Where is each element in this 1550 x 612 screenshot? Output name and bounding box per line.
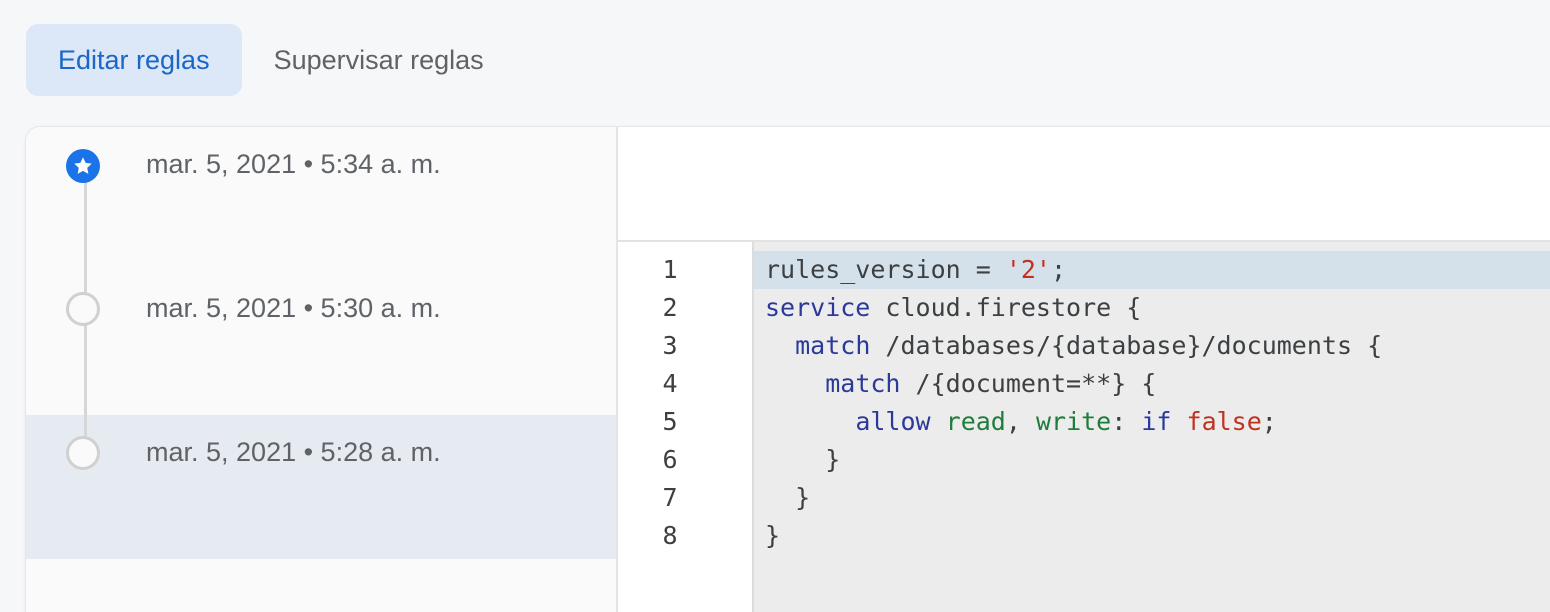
code-token: } <box>765 483 811 512</box>
code-token: ; <box>1050 255 1067 284</box>
rules-card: mar. 5, 2021 • 5:34 a. m. mar. 5, 2021 •… <box>26 127 1550 612</box>
tab-edit-rules[interactable]: Editar reglas <box>26 24 242 96</box>
code-token: rules_version = <box>765 255 1006 284</box>
rules-history-panel: mar. 5, 2021 • 5:34 a. m. mar. 5, 2021 •… <box>26 127 618 612</box>
code-line[interactable]: service cloud.firestore { <box>754 289 1550 327</box>
rules-editor: 12345678 rules_version = '2'; service clo… <box>618 127 1550 612</box>
code-line[interactable]: } <box>754 517 1550 555</box>
line-number: 7 <box>662 483 678 512</box>
published-star-icon <box>66 149 100 183</box>
line-number: 8 <box>662 521 678 550</box>
tab-monitor-rules[interactable]: Supervisar reglas <box>242 24 516 96</box>
line-number: 3 <box>662 331 678 360</box>
history-item[interactable]: mar. 5, 2021 • 5:30 a. m. <box>26 271 616 415</box>
code-token: match <box>795 331 871 360</box>
code-line[interactable]: match /databases/{database}/documents { <box>754 327 1550 365</box>
code-line[interactable]: } <box>754 479 1550 517</box>
code-token: '2' <box>1005 255 1051 284</box>
code-token: if <box>1141 407 1172 436</box>
code-editor[interactable]: rules_version = '2'; service cloud.firest… <box>754 242 1550 612</box>
history-timestamp: mar. 5, 2021 • 5:30 a. m. <box>146 293 441 323</box>
rules-tabs: Editar reglas Supervisar reglas <box>26 24 516 96</box>
code-token: , <box>1005 407 1036 436</box>
code-token: : <box>1111 407 1142 436</box>
editor-toolbar-area <box>618 127 1550 242</box>
history-timestamp: mar. 5, 2021 • 5:28 a. m. <box>146 437 441 467</box>
code-line[interactable]: allow read, write: if false; <box>754 403 1550 441</box>
line-number-gutter: 1 2 3 4 5 6 7 8 <box>618 242 754 612</box>
code-token: /{document=**} { <box>900 369 1157 398</box>
rules-page: Editar reglas Supervisar reglas mar. 5, … <box>0 0 1550 612</box>
code-token: /databases/{database}/documents { <box>870 331 1383 360</box>
history-item-selected[interactable]: mar. 5, 2021 • 5:28 a. m. <box>26 415 616 559</box>
code-token: false <box>1186 407 1262 436</box>
code-token: cloud.firestore { <box>870 293 1142 322</box>
timeline-node-icon <box>66 436 100 470</box>
star-icon <box>74 157 92 174</box>
code-line[interactable]: } <box>754 441 1550 479</box>
code-token: service <box>765 293 871 322</box>
line-number: 2 <box>662 293 678 322</box>
code-token: read <box>945 407 1006 436</box>
line-number: 1 <box>662 255 678 284</box>
line-number: 6 <box>662 445 678 474</box>
code-token: } <box>765 521 781 550</box>
history-timestamp: mar. 5, 2021 • 5:34 a. m. <box>146 149 441 179</box>
line-number: 4 <box>662 369 678 398</box>
line-number: 5 <box>662 407 678 436</box>
history-item[interactable]: mar. 5, 2021 • 5:34 a. m. <box>26 127 616 271</box>
code-token: ; <box>1261 407 1277 436</box>
code-line[interactable]: rules_version = '2'; <box>754 251 1550 289</box>
code-token: allow <box>855 407 931 436</box>
code-token: match <box>825 369 901 398</box>
code-token: write <box>1035 407 1112 436</box>
timeline-node-icon <box>66 292 100 326</box>
code-line[interactable]: match /{document=**} { <box>754 365 1550 403</box>
code-token: } <box>765 445 841 474</box>
